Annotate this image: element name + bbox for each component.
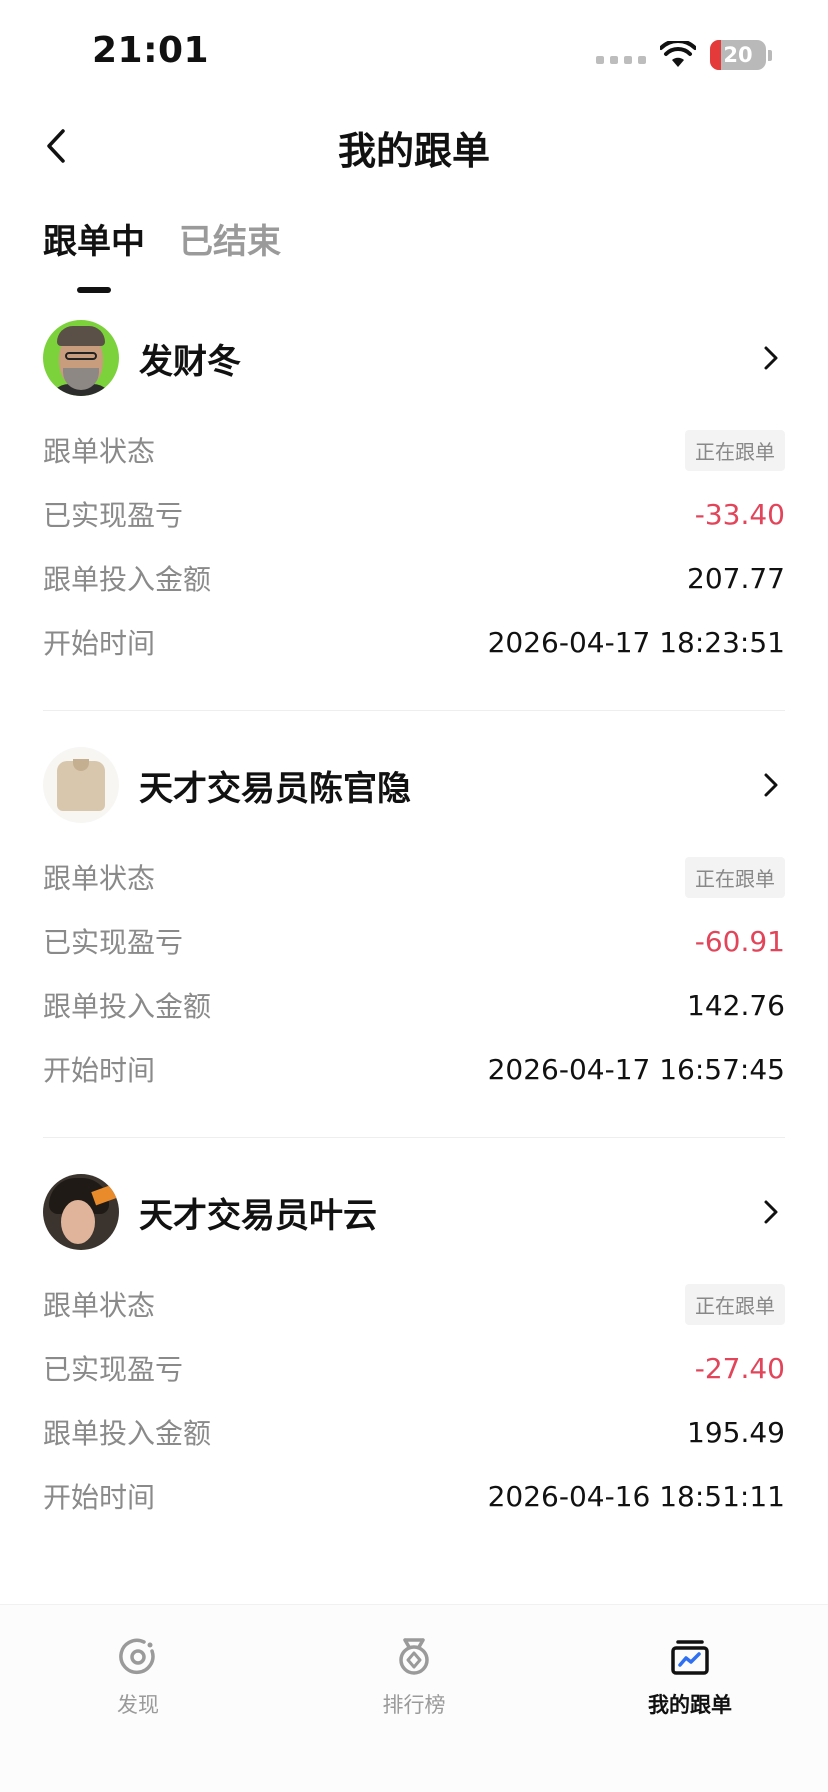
trader-card: 天才交易员陈官隐 跟单状态 正在跟单 已实现盈亏 -60.91 跟单投入金额 1… [43, 747, 785, 1138]
tab-bar: 跟单中 已结束 [43, 214, 281, 293]
status-row: 跟单状态 正在跟单 [43, 845, 785, 909]
status-badge: 正在跟单 [685, 429, 785, 471]
pnl-label: 已实现盈亏 [43, 926, 184, 959]
trader-header[interactable]: 发财冬 [43, 320, 785, 396]
nav-leaderboard-label: 排行榜 [382, 1693, 446, 1717]
status-label: 跟单状态 [43, 862, 156, 895]
avatar [43, 320, 119, 396]
signal-icon [596, 56, 646, 64]
trader-name: 天才交易员陈官隐 [139, 768, 411, 809]
start-time-value: 2026-04-17 18:23:51 [487, 625, 785, 659]
nav-discover[interactable]: 发现 [38, 1635, 238, 1792]
nav-my-copy-trade[interactable]: 我的跟单 [590, 1635, 790, 1792]
trader-header[interactable]: 天才交易员叶云 [43, 1174, 785, 1250]
amount-row: 跟单投入金额 195.49 [43, 1400, 785, 1464]
start-time-row: 开始时间 2026-04-17 16:57:45 [43, 1037, 785, 1101]
avatar [43, 747, 119, 823]
trader-name: 发财冬 [139, 341, 241, 382]
battery-level: 20 [723, 43, 753, 67]
start-time-row: 开始时间 2026-04-17 18:23:51 [43, 610, 785, 674]
status-badge: 正在跟单 [685, 856, 785, 898]
chevron-right-icon[interactable] [757, 771, 785, 799]
trader-card: 天才交易员叶云 跟单状态 正在跟单 已实现盈亏 -27.40 跟单投入金额 19… [43, 1174, 785, 1564]
start-time-label: 开始时间 [43, 1054, 156, 1087]
amount-value: 207.77 [687, 561, 785, 595]
trader-card: 发财冬 跟单状态 正在跟单 已实现盈亏 -33.40 跟单投入金额 207.77 [43, 320, 785, 711]
tab-ended[interactable]: 已结束 [179, 214, 281, 285]
pnl-value: -27.40 [694, 1351, 785, 1385]
start-time-row: 开始时间 2026-04-16 18:51:11 [43, 1464, 785, 1528]
amount-label: 跟单投入金额 [43, 1417, 212, 1450]
status-badge: 正在跟单 [685, 1283, 785, 1325]
pnl-label: 已实现盈亏 [43, 499, 184, 532]
pnl-value: -60.91 [694, 924, 785, 958]
nav-discover-label: 发现 [117, 1693, 159, 1717]
tab-following[interactable]: 跟单中 [43, 214, 145, 293]
start-time-label: 开始时间 [43, 627, 156, 660]
battery-icon: 20 [710, 40, 766, 70]
pnl-row: 已实现盈亏 -60.91 [43, 909, 785, 973]
nav-leaderboard[interactable]: 排行榜 [314, 1635, 514, 1792]
discover-icon [116, 1635, 160, 1679]
start-time-label: 开始时间 [43, 1481, 156, 1514]
chevron-right-icon[interactable] [757, 1198, 785, 1226]
status-label: 跟单状态 [43, 1289, 156, 1322]
nav-my-copy-trade-label: 我的跟单 [648, 1693, 732, 1717]
amount-value: 142.76 [687, 988, 785, 1022]
amount-label: 跟单投入金额 [43, 990, 212, 1023]
chevron-right-icon[interactable] [757, 344, 785, 372]
trader-name: 天才交易员叶云 [139, 1195, 377, 1236]
status-indicators: 20 [596, 40, 772, 70]
status-row: 跟单状态 正在跟单 [43, 418, 785, 482]
battery-cap [768, 49, 772, 61]
copy-trade-list: 发财冬 跟单状态 正在跟单 已实现盈亏 -33.40 跟单投入金额 207.77 [43, 320, 785, 1600]
status-label: 跟单状态 [43, 435, 156, 468]
wifi-icon [660, 41, 696, 67]
pnl-row: 已实现盈亏 -33.40 [43, 482, 785, 546]
status-time: 21:01 [92, 30, 210, 71]
my-copy-trade-icon [668, 1635, 712, 1679]
amount-row: 跟单投入金额 207.77 [43, 546, 785, 610]
page-title: 我的跟单 [337, 129, 490, 173]
pnl-label: 已实现盈亏 [43, 1353, 184, 1386]
trader-header[interactable]: 天才交易员陈官隐 [43, 747, 785, 823]
status-row: 跟单状态 正在跟单 [43, 1272, 785, 1336]
medal-icon [392, 1635, 436, 1679]
amount-label: 跟单投入金额 [43, 563, 212, 596]
amount-value: 195.49 [687, 1415, 785, 1449]
start-time-value: 2026-04-17 16:57:45 [487, 1052, 785, 1086]
amount-row: 跟单投入金额 142.76 [43, 973, 785, 1037]
pnl-row: 已实现盈亏 -27.40 [43, 1336, 785, 1400]
start-time-value: 2026-04-16 18:51:11 [487, 1479, 785, 1513]
app-root: 21:01 20 我的跟单 跟单中 已结束 发财冬 跟单状态 正在跟单 已实现盈… [0, 0, 828, 1792]
avatar [43, 1174, 119, 1250]
bottom-nav: 发现 排行榜 我的跟单 [0, 1604, 828, 1792]
pnl-value: -33.40 [694, 497, 785, 531]
